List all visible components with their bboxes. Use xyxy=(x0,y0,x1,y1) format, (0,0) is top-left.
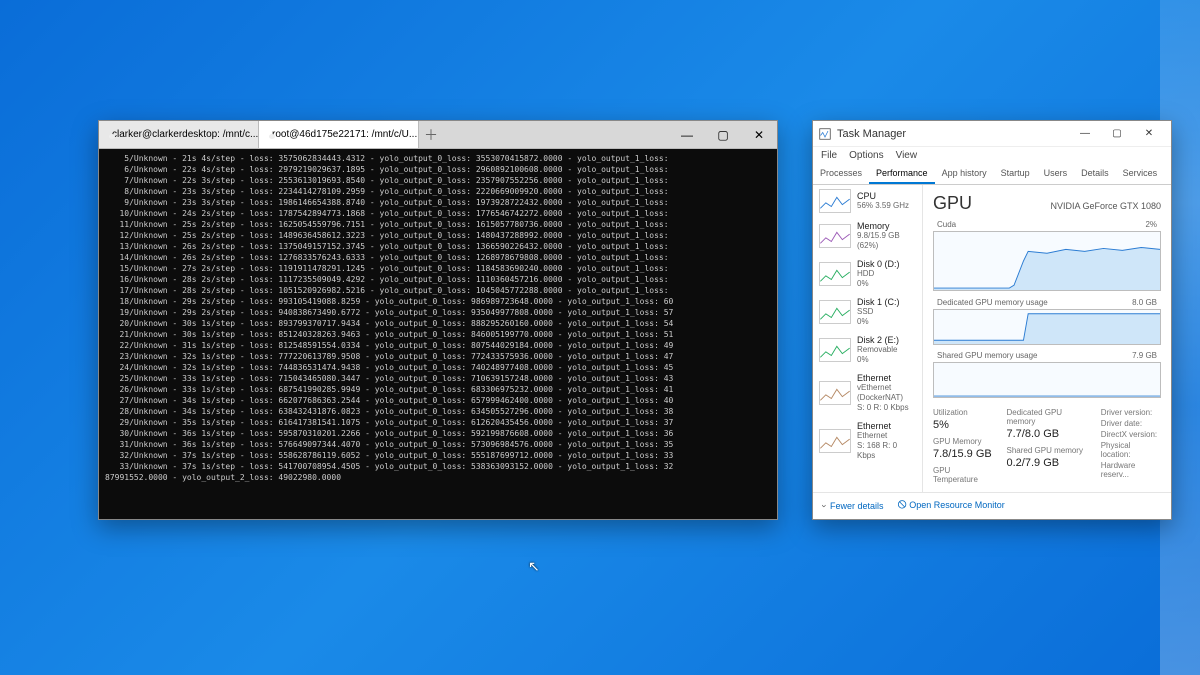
sidebar-item-title: Disk 1 (C:) xyxy=(857,297,900,307)
close-button[interactable]: ✕ xyxy=(1133,122,1165,146)
tab-performance[interactable]: Performance xyxy=(869,164,935,184)
stat-value: 7.8/15.9 GB xyxy=(933,448,993,460)
fewer-details-link[interactable]: ›Fewer details xyxy=(823,501,884,511)
taskmgr-icon xyxy=(819,128,831,140)
sidebar-item-sub: SSD0% xyxy=(857,307,900,327)
taskmgr-footer: ›Fewer details 🛇 Open Resource Monitor xyxy=(813,492,1171,519)
gpu-model: NVIDIA GeForce GTX 1080 xyxy=(1050,201,1161,211)
close-button[interactable]: ✕ xyxy=(741,121,777,149)
stat-value: 5% xyxy=(933,419,993,431)
sidebar-item-cpu[interactable]: CPU56% 3.59 GHz xyxy=(813,185,922,217)
sparkline-icon xyxy=(819,189,851,213)
gpu-stats: Utilization 5% GPU Memory 7.8/15.9 GB GP… xyxy=(933,408,1161,484)
sidebar-item-disk-2-e-[interactable]: Disk 2 (E:)Removable0% xyxy=(813,331,922,369)
cuda-chart[interactable]: Cuda 2% xyxy=(933,231,1161,291)
tab-startup[interactable]: Startup xyxy=(994,164,1037,184)
terminal-tab-title: root@46d175e22171: /mnt/c/U... xyxy=(272,129,417,140)
tab-users[interactable]: Users xyxy=(1037,164,1075,184)
maximize-button[interactable]: ▢ xyxy=(705,121,741,149)
tab-services[interactable]: Services xyxy=(1116,164,1165,184)
terminal-output[interactable]: 5/Unknown - 21s 4s/step - loss: 35750628… xyxy=(99,149,777,519)
sidebar-item-title: Disk 0 (D:) xyxy=(857,259,900,269)
sidebar-item-sub: HDD0% xyxy=(857,269,900,289)
sidebar-item-title: Ethernet xyxy=(857,373,916,383)
chevron-up-icon: › xyxy=(820,505,830,508)
sidebar-item-title: Disk 2 (E:) xyxy=(857,335,899,345)
driver-info-label: Driver date: xyxy=(1101,419,1161,428)
minimize-button[interactable]: — xyxy=(1069,122,1101,146)
sidebar-item-sub: 56% 3.59 GHz xyxy=(857,201,909,211)
stat-label: Dedicated GPU memory xyxy=(1007,408,1087,426)
stat-label: GPU Temperature xyxy=(933,466,993,484)
maximize-button[interactable]: ▢ xyxy=(1101,122,1133,146)
taskmgr-body: CPU56% 3.59 GHzMemory9.8/15.9 GB (62%)Di… xyxy=(813,185,1171,492)
terminal-tab-0[interactable]: clarker@clarkerdesktop: /mnt/c... × xyxy=(99,121,259,148)
chart-label: Dedicated GPU memory usage xyxy=(937,298,1048,307)
terminal-tab-title: clarker@clarkerdesktop: /mnt/c... xyxy=(112,129,258,140)
sidebar-item-sub: Removable0% xyxy=(857,345,899,365)
taskmgr-sys-buttons: — ▢ ✕ xyxy=(1069,122,1165,146)
open-resource-monitor-link[interactable]: 🛇 Open Resource Monitor xyxy=(898,498,1005,514)
chart-right-label: 2% xyxy=(1145,220,1157,229)
tab-processes[interactable]: Processes xyxy=(813,164,869,184)
dedicated-memory-chart[interactable]: Dedicated GPU memory usage 8.0 GB xyxy=(933,309,1161,345)
taskmgr-title: Task Manager xyxy=(837,128,1069,140)
chart-right-label: 7.9 GB xyxy=(1132,351,1157,360)
driver-info-label: Driver version: xyxy=(1101,408,1161,417)
stat-value: 0.2/7.9 GB xyxy=(1007,457,1087,469)
stat-label: Utilization xyxy=(933,408,993,417)
taskmgr-menubar: File Options View xyxy=(813,147,1171,164)
sparkline-icon xyxy=(819,262,851,286)
sparkline-icon xyxy=(819,338,851,362)
taskmgr-titlebar[interactable]: Task Manager — ▢ ✕ xyxy=(813,121,1171,147)
driver-info-label: Hardware reserv... xyxy=(1101,461,1161,479)
driver-info-label: DirectX version: xyxy=(1101,430,1161,439)
sidebar-item-ethernet[interactable]: EthernetEthernetS: 168 R: 0 Kbps xyxy=(813,417,922,465)
stat-label: Shared GPU memory xyxy=(1007,446,1087,455)
taskmgr-tabs: ProcessesPerformanceApp historyStartupUs… xyxy=(813,164,1171,185)
cursor-icon: ↖ xyxy=(528,558,540,575)
terminal-tab-1[interactable]: root@46d175e22171: /mnt/c/U... × xyxy=(259,121,419,148)
stat-label: GPU Memory xyxy=(933,437,993,446)
tab-app-history[interactable]: App history xyxy=(935,164,994,184)
gpu-panel: GPU NVIDIA GeForce GTX 1080 Cuda 2% Dedi… xyxy=(923,185,1171,492)
sidebar-item-memory[interactable]: Memory9.8/15.9 GB (62%) xyxy=(813,217,922,255)
tab-details[interactable]: Details xyxy=(1074,164,1116,184)
terminal-tabbar: clarker@clarkerdesktop: /mnt/c... × root… xyxy=(99,121,777,149)
sparkline-icon xyxy=(819,429,851,453)
sparkline-icon xyxy=(819,224,851,248)
gpu-title: GPU xyxy=(933,193,972,214)
sidebar-item-sub: vEthernet (DockerNAT)S: 0 R: 0 Kbps xyxy=(857,383,916,413)
sparkline-icon xyxy=(819,300,851,324)
sidebar-item-ethernet[interactable]: EthernetvEthernet (DockerNAT)S: 0 R: 0 K… xyxy=(813,369,922,417)
sidebar-item-disk-1-c-[interactable]: Disk 1 (C:)SSD0% xyxy=(813,293,922,331)
sparkline-icon xyxy=(819,381,851,405)
task-manager-window: Task Manager — ▢ ✕ File Options View Pro… xyxy=(812,120,1172,520)
shared-memory-chart[interactable]: Shared GPU memory usage 7.9 GB xyxy=(933,362,1161,398)
terminal-sys-buttons: — ▢ ✕ xyxy=(669,121,777,148)
minimize-button[interactable]: — xyxy=(669,121,705,149)
stat-value: 7.7/8.0 GB xyxy=(1007,428,1087,440)
chart-label: Cuda xyxy=(937,220,956,229)
sidebar-item-title: CPU xyxy=(857,191,909,201)
sidebar-item-sub: EthernetS: 168 R: 0 Kbps xyxy=(857,431,916,461)
menu-view[interactable]: View xyxy=(896,150,918,161)
sidebar-item-title: Ethernet xyxy=(857,421,916,431)
menu-file[interactable]: File xyxy=(821,150,837,161)
chart-label: Shared GPU memory usage xyxy=(937,351,1038,360)
sidebar-item-disk-0-d-[interactable]: Disk 0 (D:)HDD0% xyxy=(813,255,922,293)
terminal-window: clarker@clarkerdesktop: /mnt/c... × root… xyxy=(98,120,778,520)
new-tab-button[interactable]: ＋ xyxy=(419,121,443,148)
gpu-header: GPU NVIDIA GeForce GTX 1080 xyxy=(933,193,1161,214)
driver-info-label: Physical location: xyxy=(1101,441,1161,459)
performance-sidebar: CPU56% 3.59 GHzMemory9.8/15.9 GB (62%)Di… xyxy=(813,185,923,492)
chart-right-label: 8.0 GB xyxy=(1132,298,1157,307)
menu-options[interactable]: Options xyxy=(849,150,883,161)
sidebar-item-sub: 9.8/15.9 GB (62%) xyxy=(857,231,916,251)
sidebar-item-title: Memory xyxy=(857,221,916,231)
